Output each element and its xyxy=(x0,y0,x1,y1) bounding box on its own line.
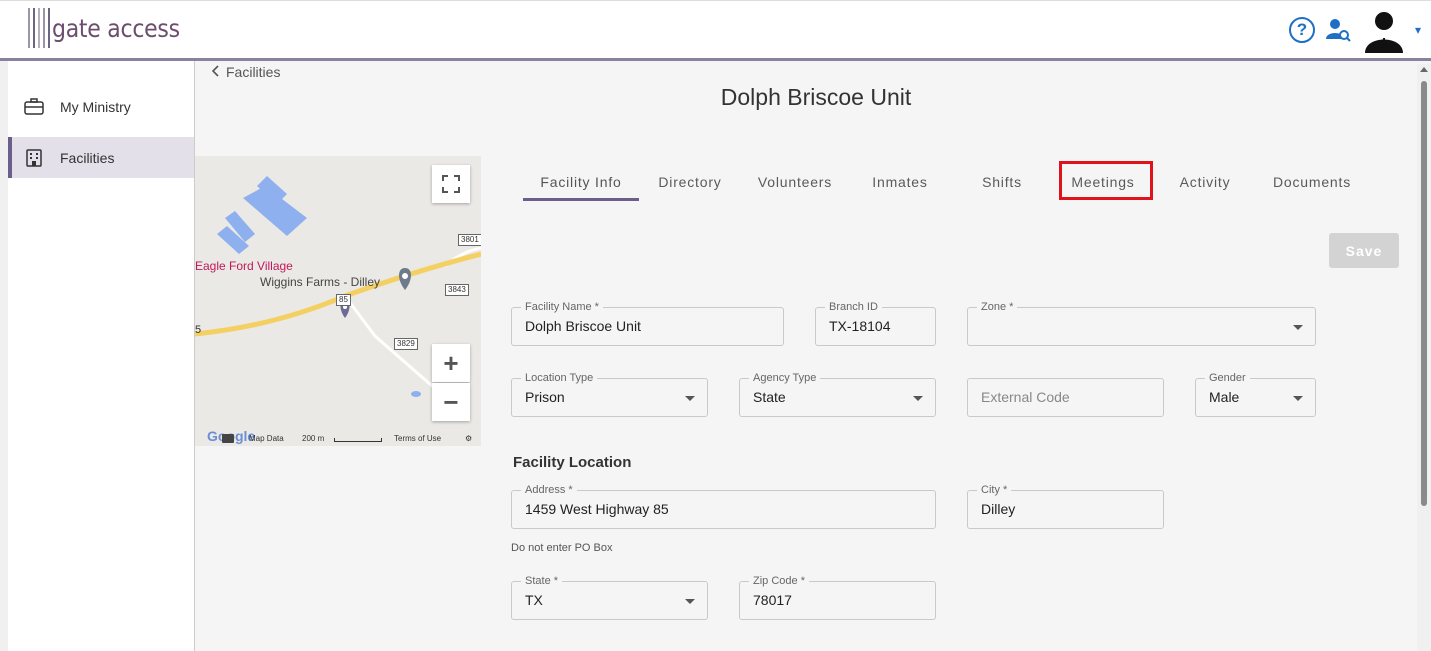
agency-type-label: Agency Type xyxy=(749,371,821,385)
tab-activity[interactable]: Activity xyxy=(1170,164,1240,200)
sidebar-item-label: My Ministry xyxy=(60,98,131,115)
scrollbar-thumb[interactable] xyxy=(1421,81,1427,506)
tab-documents[interactable]: Documents xyxy=(1264,164,1360,200)
city-value: Dilley xyxy=(981,501,1016,517)
state-value: TX xyxy=(525,592,543,608)
tab-directory[interactable]: Directory xyxy=(648,164,732,200)
back-link-label: Facilities xyxy=(226,64,281,80)
help-icon[interactable]: ? xyxy=(1288,17,1315,43)
report-icon[interactable]: ⚙ xyxy=(465,434,472,443)
zip-code-value: 78017 xyxy=(753,592,792,608)
map-label-edge: 5 xyxy=(195,324,202,336)
sidebar: My Ministry Facilities xyxy=(0,61,195,651)
app-header: gate access ? ▾ xyxy=(0,0,1431,61)
zoom-in-button[interactable]: + xyxy=(432,344,470,382)
agency-type-value: State xyxy=(753,389,786,405)
address-label: Address * xyxy=(521,483,577,497)
user-avatar[interactable] xyxy=(1361,7,1407,53)
road-3843-shield: 3843 xyxy=(445,284,469,296)
page-title: Dolph Briscoe Unit xyxy=(720,84,912,110)
back-to-facilities-link[interactable]: Facilities xyxy=(211,64,281,80)
map-footer: Google Map Data 200 m Terms of Use ⚙ xyxy=(195,428,481,446)
address-helper-text: Do not enter PO Box xyxy=(511,542,613,554)
location-type-label: Location Type xyxy=(521,371,598,385)
state-label: State * xyxy=(521,574,563,588)
road-3829-shield: 3829 xyxy=(394,338,418,350)
scroll-up-arrow-icon[interactable] xyxy=(1420,67,1428,72)
tab-inmates[interactable]: Inmates xyxy=(860,164,940,200)
tab-facility-info[interactable]: Facility Info xyxy=(523,164,639,200)
tab-volunteers[interactable]: Volunteers xyxy=(746,164,844,200)
sidebar-item-facilities[interactable]: Facilities xyxy=(8,137,194,178)
city-field[interactable]: City * Dilley xyxy=(967,483,1164,529)
address-value: 1459 West Highway 85 xyxy=(525,501,669,517)
road-3801-shield: 3801 xyxy=(458,234,481,246)
zone-select[interactable]: Zone * xyxy=(967,300,1316,346)
branch-id-value: TX-18104 xyxy=(829,318,891,334)
location-type-value: Prison xyxy=(525,389,565,405)
page-scrollbar[interactable] xyxy=(1417,64,1431,651)
dropdown-arrow-icon xyxy=(1293,325,1303,330)
building-icon xyxy=(24,148,44,168)
road-85-shield: 85 xyxy=(336,294,351,306)
fullscreen-button[interactable] xyxy=(432,165,470,203)
active-tab-indicator xyxy=(523,198,639,201)
external-code-placeholder: External Code xyxy=(981,389,1070,405)
logo-text: gate access xyxy=(52,13,180,43)
address-field[interactable]: Address * 1459 West Highway 85 xyxy=(511,483,936,529)
facility-location-heading: Facility Location xyxy=(513,454,632,471)
header-actions: ? ▾ xyxy=(1288,7,1421,53)
sidebar-item-my-ministry[interactable]: My Ministry xyxy=(8,86,194,127)
sidebar-item-label: Facilities xyxy=(60,149,115,166)
branch-id-label: Branch ID xyxy=(825,300,882,314)
map-data-link[interactable]: Map Data xyxy=(249,434,284,443)
user-search-icon[interactable] xyxy=(1323,15,1353,45)
gender-label: Gender xyxy=(1205,371,1250,385)
dropdown-arrow-icon xyxy=(685,599,695,604)
map-scale: 200 m xyxy=(302,434,325,443)
map-label-farm: Wiggins Farms - Dilley xyxy=(260,275,381,289)
facility-name-field[interactable]: Facility Name * Dolph Briscoe Unit xyxy=(511,300,784,346)
facility-map[interactable]: Eagle Ford Village Wiggins Farms - Dille… xyxy=(195,156,481,446)
tab-shifts[interactable]: Shifts xyxy=(972,164,1032,200)
gate-access-logo[interactable]: gate access xyxy=(28,8,197,48)
dropdown-arrow-icon xyxy=(1293,396,1303,401)
zip-code-label: Zip Code * xyxy=(749,574,809,588)
zoom-out-button[interactable]: − xyxy=(432,383,470,421)
zone-label: Zone * xyxy=(977,300,1018,314)
gender-value: Male xyxy=(1209,389,1240,405)
chevron-down-icon[interactable]: ▾ xyxy=(1415,23,1421,37)
map-label-village: Eagle Ford Village xyxy=(195,259,293,273)
facility-name-value: Dolph Briscoe Unit xyxy=(525,318,641,334)
dropdown-arrow-icon xyxy=(685,396,695,401)
gender-select[interactable]: Gender Male xyxy=(1195,371,1316,417)
location-type-select[interactable]: Location Type Prison xyxy=(511,371,708,417)
agency-type-select[interactable]: Agency Type State xyxy=(739,371,936,417)
meetings-tab-highlight xyxy=(1059,161,1153,200)
chevron-left-icon xyxy=(211,64,220,80)
facility-name-label: Facility Name * xyxy=(521,300,603,314)
briefcase-icon xyxy=(24,97,44,117)
keyboard-icon[interactable] xyxy=(222,434,234,443)
dropdown-arrow-icon xyxy=(913,396,923,401)
external-code-field[interactable]: External Code xyxy=(967,378,1164,417)
fullscreen-icon xyxy=(442,175,460,193)
scale-bar xyxy=(334,438,382,442)
terms-of-use-link[interactable]: Terms of Use xyxy=(394,434,441,443)
state-select[interactable]: State * TX xyxy=(511,574,708,620)
logo-bars-icon xyxy=(28,8,50,48)
branch-id-field[interactable]: Branch ID TX-18104 xyxy=(815,300,936,346)
city-label: City * xyxy=(977,483,1012,497)
zip-code-field[interactable]: Zip Code * 78017 xyxy=(739,574,936,620)
save-button[interactable]: Save xyxy=(1329,233,1399,268)
